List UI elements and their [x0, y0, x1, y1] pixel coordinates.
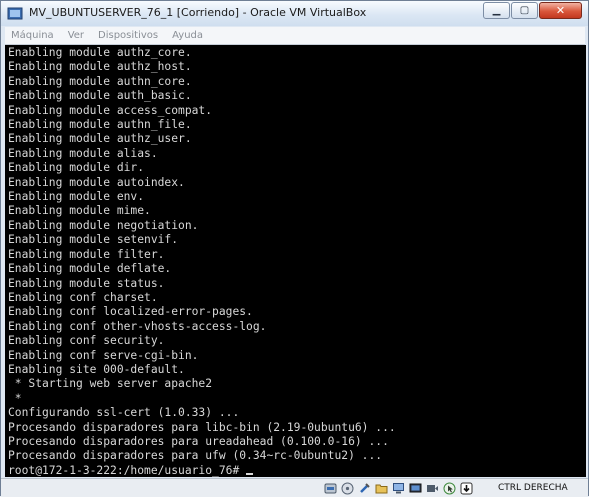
console-line: Enabling module authz_host. — [8, 60, 192, 74]
vm-console-screen[interactable]: Enabling module authz_core. Enabling mod… — [5, 45, 586, 477]
console-line: Enabling module status. — [8, 276, 165, 290]
window-controls: ▁ ▢ ✕ — [482, 2, 582, 19]
console-line: Enabling module authn_core. — [8, 74, 192, 88]
console-line: Enabling site 000-default. — [8, 362, 185, 376]
display-icon[interactable] — [408, 481, 422, 495]
console-line: Enabling module authn_file. — [8, 118, 192, 132]
menu-ayuda[interactable]: Ayuda — [165, 30, 210, 41]
console-line: Enabling module negotiation. — [8, 218, 199, 232]
title-bar[interactable]: MV_UBUNTUSERVER_76_1 [Corriendo] - Oracl… — [1, 1, 588, 26]
window-title: MV_UBUNTUSERVER_76_1 [Corriendo] - Oracl… — [29, 6, 367, 19]
console-line: Enabling module filter. — [8, 247, 165, 261]
console-line: * Starting web server apache2 — [8, 377, 213, 391]
virtualbox-window: MV_UBUNTUSERVER_76_1 [Corriendo] - Oracl… — [0, 0, 589, 497]
video-capture-icon[interactable] — [425, 481, 439, 495]
console-line: Enabling module dir. — [8, 161, 145, 175]
console-line: * — [8, 391, 22, 405]
console-line: Enabling conf serve-cgi-bin. — [8, 348, 199, 362]
console-line: Enabling module authz_core. — [8, 46, 192, 59]
console-line: Enabling conf security. — [8, 334, 165, 348]
optical-drive-icon[interactable] — [340, 481, 354, 495]
console-line: Enabling module mime. — [8, 204, 151, 218]
console-line: Enabling module autoindex. — [8, 175, 185, 189]
host-key-label: CTRL DERECHA — [498, 483, 568, 493]
close-button[interactable]: ✕ — [539, 2, 582, 19]
console-line: Procesando disparadores para libc-bin (2… — [8, 420, 396, 434]
shared-folders-icon[interactable] — [374, 481, 388, 495]
text-cursor — [246, 472, 254, 475]
mouse-integration-icon[interactable] — [442, 481, 456, 495]
menu-ver[interactable]: Ver — [61, 30, 91, 41]
maximize-button[interactable]: ▢ — [511, 2, 538, 19]
status-bar: CTRL DERECHA — [1, 478, 588, 497]
console-line: Enabling module auth_basic. — [8, 89, 192, 103]
console-line: Enabling module alias. — [8, 146, 158, 160]
status-icons — [323, 481, 476, 495]
console-line: Enabling module env. — [8, 190, 145, 204]
console-line: Enabling module authz_user. — [8, 132, 192, 146]
console-line: Enabling module setenvif. — [8, 233, 179, 247]
console-line: Enabling conf other-vhosts-access-log. — [8, 319, 267, 333]
hard-disk-icon[interactable] — [323, 481, 337, 495]
network-icon[interactable] — [391, 481, 405, 495]
console-prompt: root@172-1-3-222:/home/usuario_76# — [8, 463, 240, 477]
virtualbox-app-icon — [7, 7, 23, 20]
console-output: Enabling module authz_core. Enabling mod… — [8, 46, 396, 477]
console-line: Enabling module deflate. — [8, 262, 172, 276]
console-line: Enabling module access_compat. — [8, 103, 213, 117]
menu-maquina[interactable]: Máquina — [5, 30, 61, 41]
console-line: Enabling conf charset. — [8, 290, 158, 304]
console-lines: Enabling module authz_core. Enabling mod… — [8, 46, 396, 462]
console-line: Enabling conf localized-error-pages. — [8, 305, 253, 319]
usb-icon[interactable] — [357, 481, 371, 495]
menu-dispositivos[interactable]: Dispositivos — [91, 30, 165, 41]
console-line: Configurando ssl-cert (1.0.33) ... — [8, 406, 240, 420]
console-line: Procesando disparadores para ureadahead … — [8, 434, 389, 448]
minimize-button[interactable]: ▁ — [483, 2, 510, 19]
menu-bar: Máquina Ver Dispositivos Ayuda — [5, 27, 585, 45]
host-key-icon[interactable] — [459, 481, 473, 495]
console-line: Procesando disparadores para ufw (0.34~r… — [8, 449, 383, 463]
